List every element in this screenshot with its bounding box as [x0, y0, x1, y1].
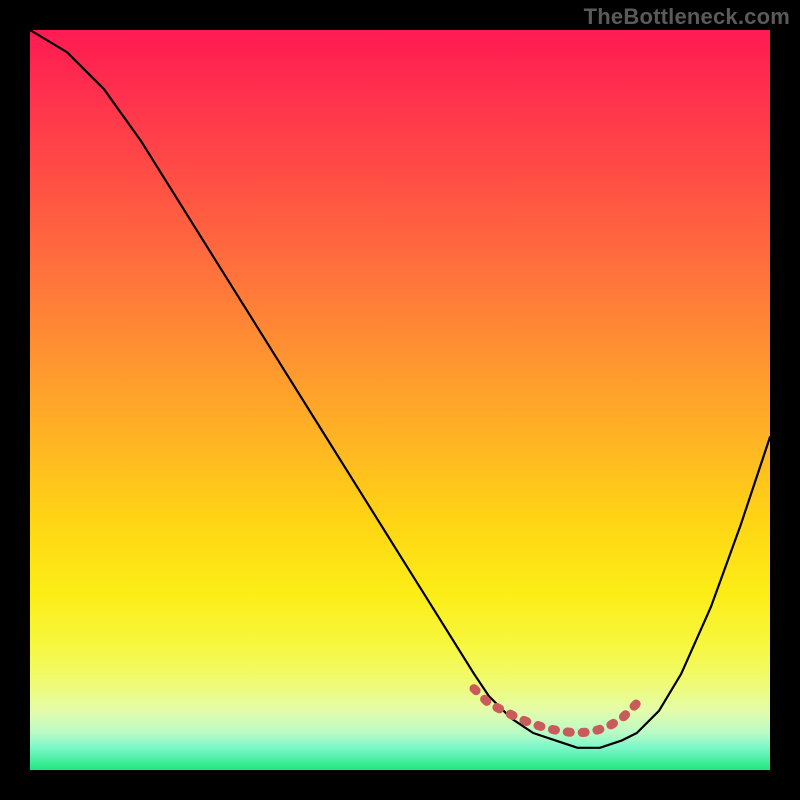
main-curve	[30, 30, 770, 748]
plot-area	[30, 30, 770, 770]
curve-svg	[30, 30, 770, 770]
watermark-text: TheBottleneck.com	[584, 4, 790, 30]
marker-band	[474, 689, 637, 733]
chart-frame: TheBottleneck.com	[0, 0, 800, 800]
